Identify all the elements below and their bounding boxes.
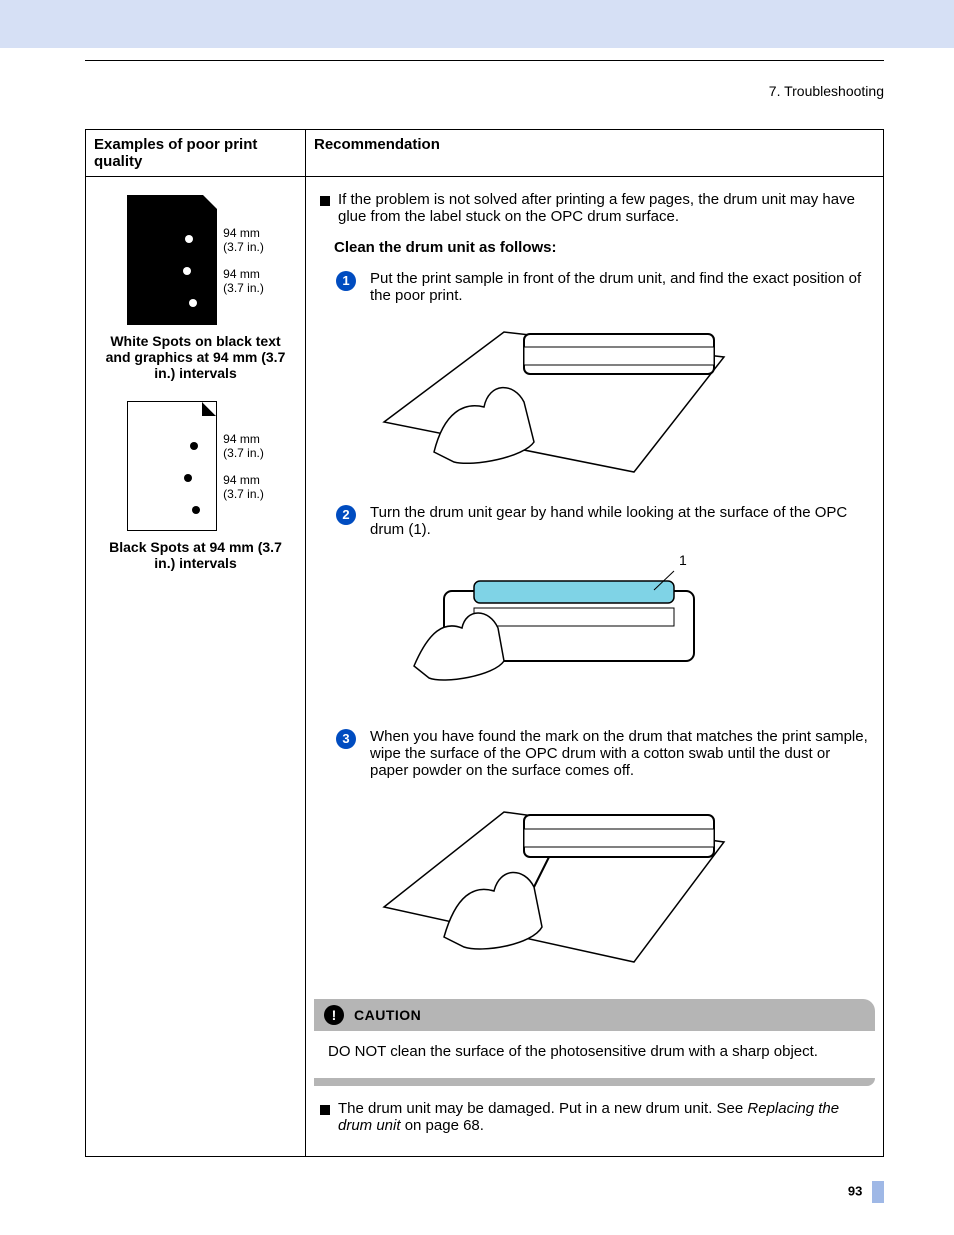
white-page-figure [127, 401, 217, 531]
step-text: Put the print sample in front of the dru… [370, 270, 871, 304]
illustration-2: 1 [374, 546, 875, 710]
square-bullet-icon [320, 1105, 330, 1115]
bullet-text: If the problem is not solved after print… [338, 191, 871, 225]
bullet-item: If the problem is not solved after print… [320, 191, 871, 225]
bullet-item: The drum unit may be damaged. Put in a n… [320, 1100, 871, 1134]
step-number-icon: 3 [336, 729, 356, 749]
viewer-top-bar [0, 0, 954, 48]
callout-label: 1 [679, 552, 687, 568]
text-part: The drum unit may be damaged. Put in a n… [338, 1100, 747, 1117]
square-bullet-icon [320, 196, 330, 206]
page-tab-marker [872, 1181, 884, 1203]
text-part: on page 68. [401, 1117, 484, 1134]
illustration-1 [374, 312, 875, 486]
dim-value: 94 mm [223, 473, 264, 487]
header-rule [85, 60, 884, 61]
step-1: 1 Put the print sample in front of the d… [336, 270, 871, 304]
dimension-labels-1: 94 mm (3.7 in.) 94 mm (3.7 in.) [223, 195, 264, 325]
black-spots-diagram: 94 mm (3.7 in.) 94 mm (3.7 in.) [94, 401, 297, 531]
caution-header: ! CAUTION [314, 999, 875, 1031]
step-number-icon: 1 [336, 271, 356, 291]
caution-icon: ! [324, 1005, 344, 1025]
black-page-figure [127, 195, 217, 325]
document-page: 7. Troubleshooting Examples of poor prin… [0, 60, 954, 1233]
column-header-right: Recommendation [306, 130, 884, 177]
step-text: Turn the drum unit gear by hand while lo… [370, 504, 871, 538]
caution-label: CAUTION [354, 1007, 421, 1023]
dim-value: 94 mm [223, 432, 264, 446]
step-3: 3 When you have found the mark on the dr… [336, 728, 871, 779]
dim-value: (3.7 in.) [223, 487, 264, 501]
dim-value: 94 mm [223, 267, 264, 281]
dim-value: 94 mm [223, 226, 264, 240]
examples-cell: 94 mm (3.7 in.) 94 mm (3.7 in.) White Sp… [86, 177, 306, 1157]
step-text: When you have found the mark on the drum… [370, 728, 871, 779]
dim-value: (3.7 in.) [223, 446, 264, 460]
section-title: 7. Troubleshooting [85, 83, 884, 99]
dim-value: (3.7 in.) [223, 281, 264, 295]
white-spots-diagram: 94 mm (3.7 in.) 94 mm (3.7 in.) [94, 195, 297, 325]
column-header-left: Examples of poor print quality [86, 130, 306, 177]
caption-black-spots: Black Spots at 94 mm (3.7 in.) intervals [98, 539, 293, 571]
illustration-3 [374, 787, 875, 981]
page-number: 93 [848, 1183, 862, 1198]
dim-value: (3.7 in.) [223, 240, 264, 254]
dimension-labels-2: 94 mm (3.7 in.) 94 mm (3.7 in.) [223, 401, 264, 531]
page-footer: 93 [85, 1157, 884, 1203]
step-number-icon: 2 [336, 505, 356, 525]
caution-text: DO NOT clean the surface of the photosen… [314, 1031, 875, 1078]
caption-white-spots: White Spots on black text and graphics a… [98, 333, 293, 381]
recommendation-cell: If the problem is not solved after print… [306, 177, 884, 1157]
troubleshooting-table: Examples of poor print quality Recommend… [85, 129, 884, 1157]
clean-heading: Clean the drum unit as follows: [314, 235, 875, 266]
bullet-text: The drum unit may be damaged. Put in a n… [338, 1100, 871, 1134]
step-2: 2 Turn the drum unit gear by hand while … [336, 504, 871, 538]
caution-footer-bar [314, 1078, 875, 1086]
